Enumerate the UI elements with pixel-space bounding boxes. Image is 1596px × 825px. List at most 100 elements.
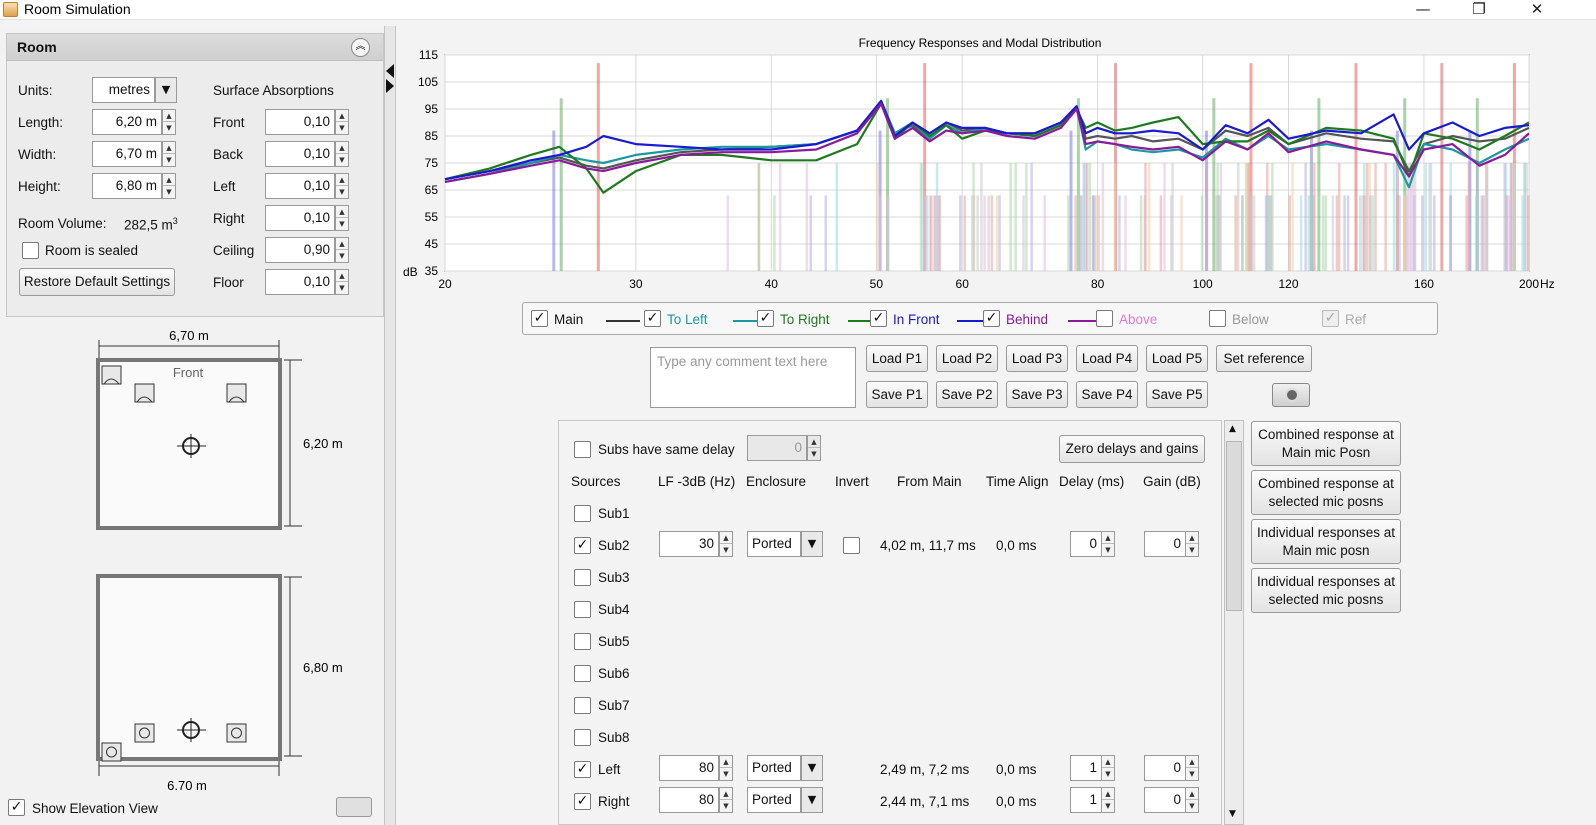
surface-floor-field[interactable]: 0,10 xyxy=(265,269,335,295)
legend-item-below[interactable]: Below xyxy=(1209,310,1317,330)
spinner-up-icon[interactable]: ▲ xyxy=(163,142,175,154)
room-panel-header[interactable]: Room ︽ xyxy=(7,34,383,61)
spinner-down-icon[interactable]: ▼ xyxy=(720,768,732,780)
spinner-down-icon[interactable]: ▼ xyxy=(336,122,348,134)
enclosure-select[interactable]: Ported xyxy=(747,755,801,781)
delay-field[interactable]: 0 xyxy=(1070,531,1102,557)
lf-3db-field[interactable]: 80 xyxy=(659,755,719,781)
legend-item-to-right[interactable]: ✓ To Right xyxy=(757,310,882,330)
sources-scrollbar[interactable]: ▲ ▼ xyxy=(1224,420,1244,825)
surface-back-spinner[interactable]: ▲ ▼ xyxy=(335,141,349,167)
legend-item-main[interactable]: ✓ Main xyxy=(531,310,640,330)
spinner-down-icon[interactable]: ▼ xyxy=(336,282,348,294)
zero-delays-gains-button[interactable]: Zero delays and gains xyxy=(1059,435,1205,463)
scrollbar-thumb[interactable] xyxy=(1226,441,1242,611)
spinner-up-icon[interactable]: ▲ xyxy=(1186,532,1198,544)
enclosure-select[interactable]: Ported xyxy=(747,531,801,557)
load-p1-button[interactable]: Load P1 xyxy=(866,345,928,372)
lf-3db-spinner[interactable]: ▲ ▼ xyxy=(719,755,733,781)
spinner-down-icon[interactable]: ▼ xyxy=(1102,800,1114,812)
spinner-down-icon[interactable]: ▼ xyxy=(163,122,175,134)
spinner-up-icon[interactable]: ▲ xyxy=(1102,756,1114,768)
spinner-up-icon[interactable]: ▲ xyxy=(336,238,348,250)
lf-3db-spinner[interactable]: ▲ ▼ xyxy=(719,531,733,557)
camera-icon[interactable] xyxy=(336,797,372,817)
legend-checkbox[interactable]: ✓ xyxy=(870,310,887,327)
source-sub5-checkbox[interactable] xyxy=(574,633,591,650)
gain-spinner[interactable]: ▲ ▼ xyxy=(1185,755,1199,781)
spinner-up-icon[interactable]: ▲ xyxy=(1102,788,1114,800)
show-elevation-checkbox[interactable]: ✓ xyxy=(8,799,25,816)
legend-checkbox[interactable] xyxy=(1209,310,1226,327)
legend-checkbox[interactable] xyxy=(1096,310,1113,327)
surface-left-field[interactable]: 0,10 xyxy=(265,173,335,199)
surface-right-spinner[interactable]: ▲ ▼ xyxy=(335,205,349,231)
spinner-up-icon[interactable]: ▲ xyxy=(336,270,348,282)
spinner-up-icon[interactable]: ▲ xyxy=(1186,788,1198,800)
spinner-down-icon[interactable]: ▼ xyxy=(720,544,732,556)
legend-item-to-left[interactable]: ✓ To Left xyxy=(644,310,767,330)
spinner-up-icon[interactable]: ▲ xyxy=(1102,532,1114,544)
spinner-down-icon[interactable]: ▼ xyxy=(1186,800,1198,812)
expand-right-arrow-icon[interactable] xyxy=(386,79,394,93)
source-sub6-checkbox[interactable] xyxy=(574,665,591,682)
surface-ceiling-field[interactable]: 0,90 xyxy=(265,237,335,263)
lf-3db-field[interactable]: 30 xyxy=(659,531,719,557)
surface-front-field[interactable]: 0,10 xyxy=(265,109,335,135)
load-p3-button[interactable]: Load P3 xyxy=(1006,345,1068,372)
spinner-down-icon[interactable]: ▼ xyxy=(1186,544,1198,556)
gain-spinner[interactable]: ▲ ▼ xyxy=(1185,531,1199,557)
source-sub4-checkbox[interactable] xyxy=(574,601,591,618)
legend-item-behind[interactable]: ✓ Behind xyxy=(983,310,1102,330)
delay-spinner[interactable]: ▲ ▼ xyxy=(1101,531,1115,557)
spinner-down-icon[interactable]: ▼ xyxy=(336,250,348,262)
save-p5-button[interactable]: Save P5 xyxy=(1146,381,1208,408)
lf-3db-spinner[interactable]: ▲ ▼ xyxy=(719,787,733,813)
surface-front-spinner[interactable]: ▲ ▼ xyxy=(335,109,349,135)
legend-item-in-front[interactable]: ✓ In Front xyxy=(870,310,991,330)
spinner-down-icon[interactable]: ▼ xyxy=(163,154,175,166)
source-right-checkbox[interactable]: ✓ xyxy=(574,793,591,810)
spinner-down-icon[interactable]: ▼ xyxy=(1102,544,1114,556)
delay-spinner[interactable]: ▲ ▼ xyxy=(1101,787,1115,813)
source-sub7-checkbox[interactable] xyxy=(574,697,591,714)
load-p5-button[interactable]: Load P5 xyxy=(1146,345,1208,372)
save-p3-button[interactable]: Save P3 xyxy=(1006,381,1068,408)
legend-checkbox[interactable]: ✓ xyxy=(983,310,1000,327)
comment-textarea[interactable]: Type any comment text here xyxy=(650,347,856,408)
invert-checkbox[interactable] xyxy=(843,537,860,554)
plan-speaker-right[interactable] xyxy=(226,383,247,403)
elevation-speaker-left[interactable] xyxy=(134,723,155,743)
gain-field[interactable]: 0 xyxy=(1144,787,1186,813)
source-sub2-checkbox[interactable]: ✓ xyxy=(574,537,591,554)
surface-left-spinner[interactable]: ▲ ▼ xyxy=(335,173,349,199)
source-sub1-checkbox[interactable] xyxy=(574,505,591,522)
plan-speaker-sub[interactable] xyxy=(101,365,122,385)
collapse-icon[interactable]: ︽ xyxy=(351,38,370,57)
width-field[interactable]: 6,70 m xyxy=(92,141,162,167)
response-button-2[interactable]: Combined response at selected mic posns xyxy=(1251,470,1401,515)
enclosure-dropdown-button[interactable]: ▼ xyxy=(801,531,823,557)
response-button-1[interactable]: Combined response at Main mic Posn xyxy=(1251,421,1401,466)
legend-checkbox[interactable]: ✓ xyxy=(757,310,774,327)
spinner-down-icon[interactable]: ▼ xyxy=(1102,768,1114,780)
spinner-up-icon[interactable]: ▲ xyxy=(1186,756,1198,768)
restore-defaults-button[interactable]: Restore Default Settings xyxy=(19,268,175,296)
spinner-down-icon[interactable]: ▼ xyxy=(163,186,175,198)
surface-back-field[interactable]: 0,10 xyxy=(265,141,335,167)
scroll-down-icon[interactable]: ▼ xyxy=(1229,809,1236,819)
save-p1-button[interactable]: Save P1 xyxy=(866,381,928,408)
set-reference-button[interactable]: Set reference xyxy=(1216,345,1312,372)
restore-button[interactable]: ❐ xyxy=(1456,0,1502,20)
plan-speaker-left[interactable] xyxy=(134,383,155,403)
load-p4-button[interactable]: Load P4 xyxy=(1076,345,1138,372)
spinner-down-icon[interactable]: ▼ xyxy=(1186,768,1198,780)
surface-right-field[interactable]: 0,10 xyxy=(265,205,335,231)
legend-item-above[interactable]: Above xyxy=(1096,310,1204,330)
legend-checkbox[interactable]: ✓ xyxy=(644,310,661,327)
spinner-up-icon[interactable]: ▲ xyxy=(336,174,348,186)
source-sub8-checkbox[interactable] xyxy=(574,729,591,746)
spinner-down-icon[interactable]: ▼ xyxy=(720,800,732,812)
surface-floor-spinner[interactable]: ▲ ▼ xyxy=(335,269,349,295)
enclosure-dropdown-button[interactable]: ▼ xyxy=(801,755,823,781)
